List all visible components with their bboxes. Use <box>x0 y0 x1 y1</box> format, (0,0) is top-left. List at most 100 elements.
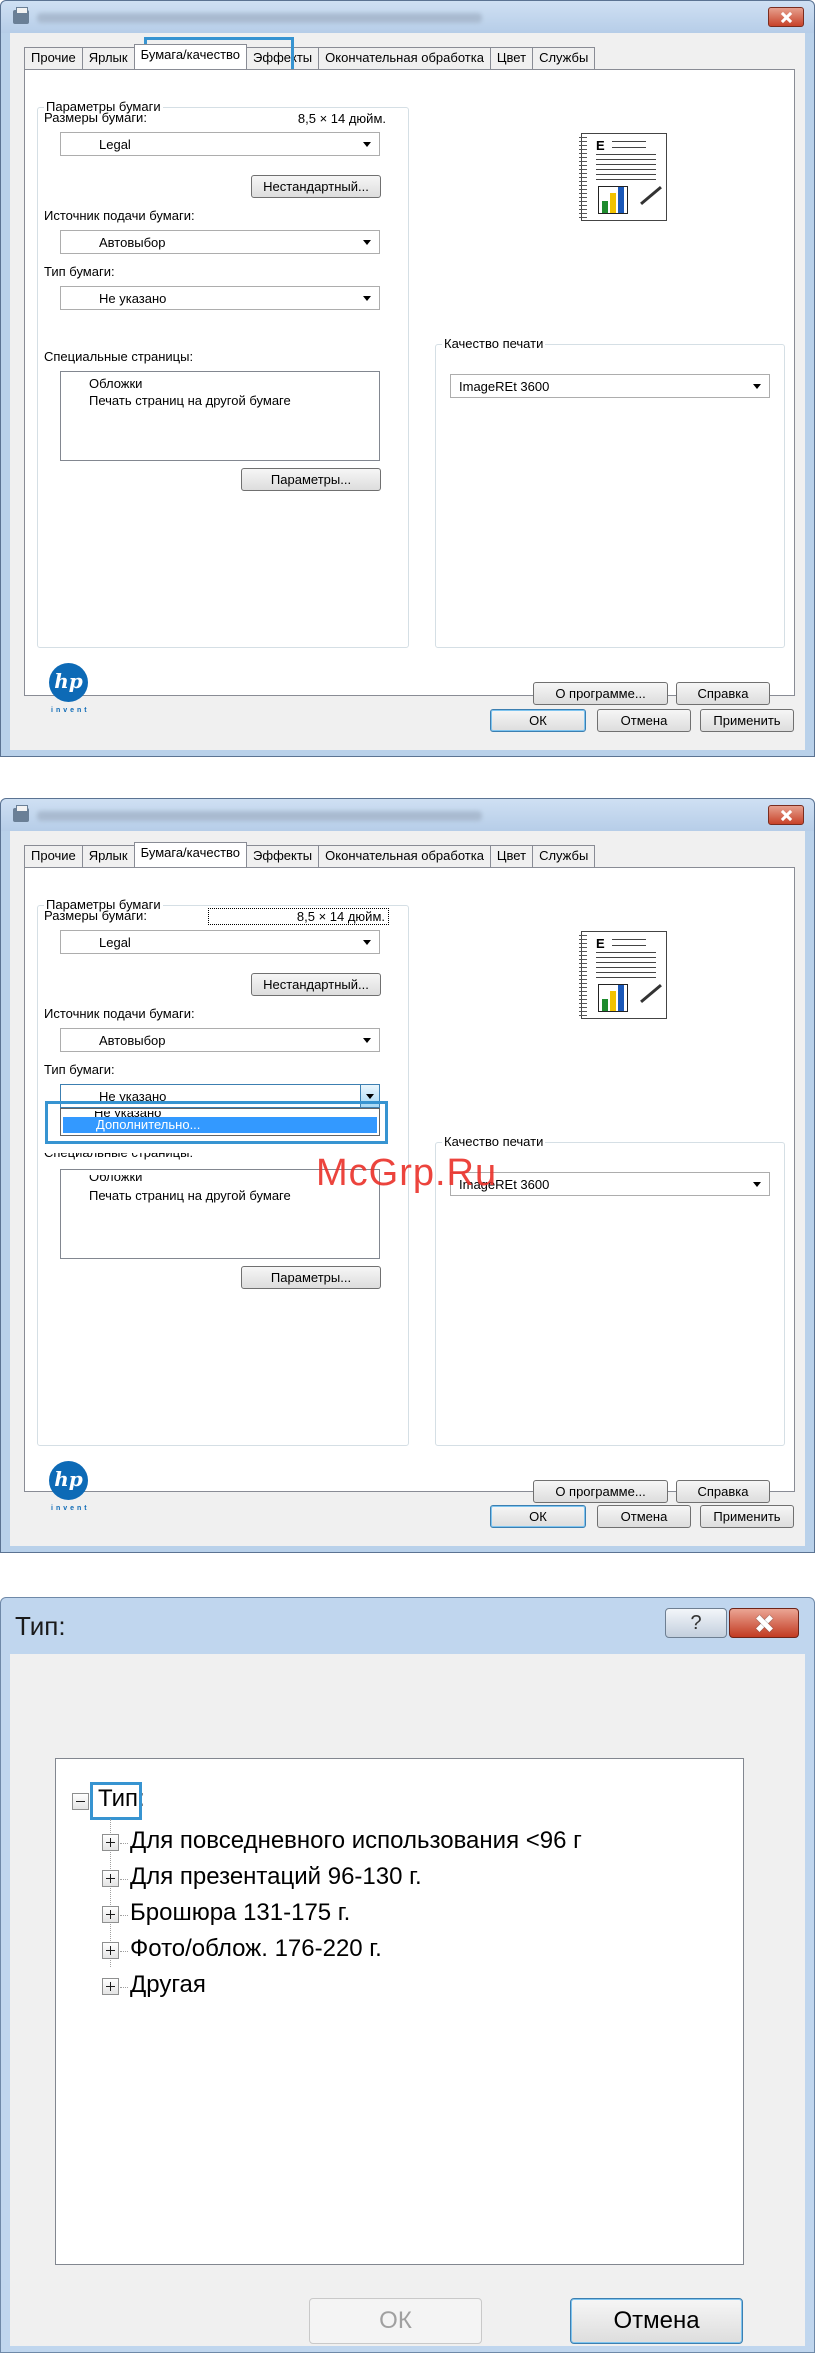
settings-button[interactable]: Параметры... <box>241 1266 381 1289</box>
title-bar <box>1 1 814 33</box>
cancel-button[interactable]: Отмена <box>597 709 691 732</box>
preview-letter: E <box>596 138 605 153</box>
dialog-title: Тип: <box>15 1611 66 1641</box>
tab-services[interactable]: Службы <box>532 845 596 867</box>
expand-icon[interactable] <box>102 1870 119 1887</box>
tab-strip: Прочие Ярлык Бумага/качество Эффекты Око… <box>24 842 596 867</box>
tree-connector <box>120 1843 128 1844</box>
paper-source-select-value: Автовыбор <box>99 235 166 250</box>
print-quality-select[interactable]: ImageREt 3600 <box>450 1172 770 1196</box>
window-title-blurred <box>37 13 482 23</box>
chevron-down-icon <box>363 1038 371 1043</box>
expand-icon[interactable] <box>102 1978 119 1995</box>
expand-icon[interactable] <box>102 1834 119 1851</box>
page-preview: E <box>579 133 676 223</box>
hp-invent-tagline: invent <box>51 1505 90 1512</box>
window-title-blurred <box>37 811 482 821</box>
tab-paper-quality[interactable]: Бумага/качество <box>133 44 248 69</box>
pen-icon <box>640 185 662 206</box>
hp-logo: hp <box>49 1461 88 1500</box>
tab-other[interactable]: Прочие <box>24 47 83 69</box>
binding-icon <box>579 935 587 1017</box>
tab-shortcut[interactable]: Ярлык <box>81 47 135 69</box>
help-button[interactable]: ? <box>665 1608 727 1638</box>
pen-icon <box>640 983 662 1004</box>
page-preview: E <box>579 931 676 1021</box>
expand-icon[interactable] <box>102 1942 119 1959</box>
help-button[interactable]: Справка <box>676 682 770 705</box>
paper-source-select[interactable]: Автовыбор <box>60 1028 380 1052</box>
print-quality-title: Качество печати <box>442 336 546 351</box>
paper-sizes-label: Размеры бумаги: <box>44 908 147 923</box>
custom-size-button[interactable]: Нестандартный... <box>251 973 381 996</box>
print-quality-select-value: ImageREt 3600 <box>459 379 550 394</box>
tree-item[interactable]: Брошюра 131-175 г. <box>130 1899 350 1927</box>
tab-shortcut[interactable]: Ярлык <box>81 845 135 867</box>
paper-source-label: Источник подачи бумаги: <box>44 208 195 223</box>
settings-button[interactable]: Параметры... <box>241 468 381 491</box>
paper-size-select-value: Legal <box>99 137 131 152</box>
root-highlight <box>90 1782 142 1820</box>
printer-icon <box>13 805 29 822</box>
paper-size-value: 8,5 × 14 дюйм. <box>208 908 389 925</box>
tree-connector <box>120 1879 128 1880</box>
about-button[interactable]: О программе... <box>533 682 668 705</box>
tab-finishing[interactable]: Окончательная обработка <box>318 47 491 69</box>
ok-button[interactable]: ОК <box>490 709 586 732</box>
tree-item[interactable]: Другая <box>130 1971 206 1999</box>
ok-button[interactable]: ОК <box>309 2298 482 2344</box>
close-button[interactable] <box>768 805 804 825</box>
tab-services[interactable]: Службы <box>532 47 596 69</box>
about-button[interactable]: О программе... <box>533 1480 668 1503</box>
help-button[interactable]: Справка <box>676 1480 770 1503</box>
ok-button[interactable]: ОК <box>490 1505 586 1528</box>
paper-size-select[interactable]: Legal <box>60 930 380 954</box>
paper-source-label: Источник подачи бумаги: <box>44 1006 195 1021</box>
dropdown-highlight <box>45 1101 388 1144</box>
tab-effects[interactable]: Эффекты <box>246 845 320 867</box>
tree-item[interactable]: Для повседневного использования <96 г <box>130 1827 582 1855</box>
close-button[interactable] <box>729 1608 799 1638</box>
paper-size-select[interactable]: Legal <box>60 132 380 156</box>
special-pages-label: Специальные страницы: <box>44 349 194 364</box>
watermark: McGrp.Ru <box>316 1152 498 1194</box>
cancel-button[interactable]: Отмена <box>570 2298 743 2344</box>
paper-type-label: Тип бумаги: <box>44 264 115 279</box>
paper-type-select-value: Не указано <box>99 291 167 306</box>
tree-item[interactable]: Для презентаций 96-130 г. <box>130 1863 422 1891</box>
apply-button[interactable]: Применить <box>700 709 794 732</box>
tab-color[interactable]: Цвет <box>489 47 534 69</box>
tab-strip: Прочие Ярлык Бумага/качество Эффекты Око… <box>24 44 596 69</box>
tab-other[interactable]: Прочие <box>24 845 83 867</box>
special-pages-list[interactable]: Обложки Печать страниц на другой бумаге <box>60 371 380 461</box>
tree-connector <box>120 1915 128 1916</box>
close-button[interactable] <box>768 7 804 27</box>
dialog-client: Прочие Ярлык Бумага/качество Эффекты Око… <box>10 33 805 750</box>
custom-size-button[interactable]: Нестандартный... <box>251 175 381 198</box>
apply-button[interactable]: Применить <box>700 1505 794 1528</box>
tree-item[interactable]: Фото/облож. 176-220 г. <box>130 1935 382 1963</box>
paper-source-select[interactable]: Автовыбор <box>60 230 380 254</box>
paper-type-label: Тип бумаги: <box>44 1062 115 1077</box>
preview-letter: E <box>596 936 605 951</box>
dialog-client: Тип: Для повседневного использования <96… <box>10 1654 805 2346</box>
list-item[interactable]: Печать страниц на другой бумаге <box>89 1188 291 1203</box>
tree-connector <box>120 1987 128 1988</box>
list-item[interactable]: Обложки <box>89 1175 142 1184</box>
collapse-icon[interactable] <box>72 1793 89 1810</box>
chevron-down-icon <box>363 296 371 301</box>
paper-type-select[interactable]: Не указано <box>60 286 380 310</box>
paper-sizes-label: Размеры бумаги: <box>44 110 147 125</box>
list-item[interactable]: Обложки <box>89 376 142 391</box>
tab-color[interactable]: Цвет <box>489 845 534 867</box>
paper-type-tree[interactable]: Тип: Для повседневного использования <96… <box>55 1758 744 2265</box>
tab-finishing[interactable]: Окончательная обработка <box>318 845 491 867</box>
expand-icon[interactable] <box>102 1906 119 1923</box>
print-quality-select[interactable]: ImageREt 3600 <box>450 374 770 398</box>
chevron-down-icon <box>363 142 371 147</box>
cancel-button[interactable]: Отмена <box>597 1505 691 1528</box>
chevron-down-icon <box>363 240 371 245</box>
chevron-down-icon <box>753 384 761 389</box>
tab-paper-quality[interactable]: Бумага/качество <box>133 842 248 867</box>
list-item[interactable]: Печать страниц на другой бумаге <box>89 393 291 408</box>
